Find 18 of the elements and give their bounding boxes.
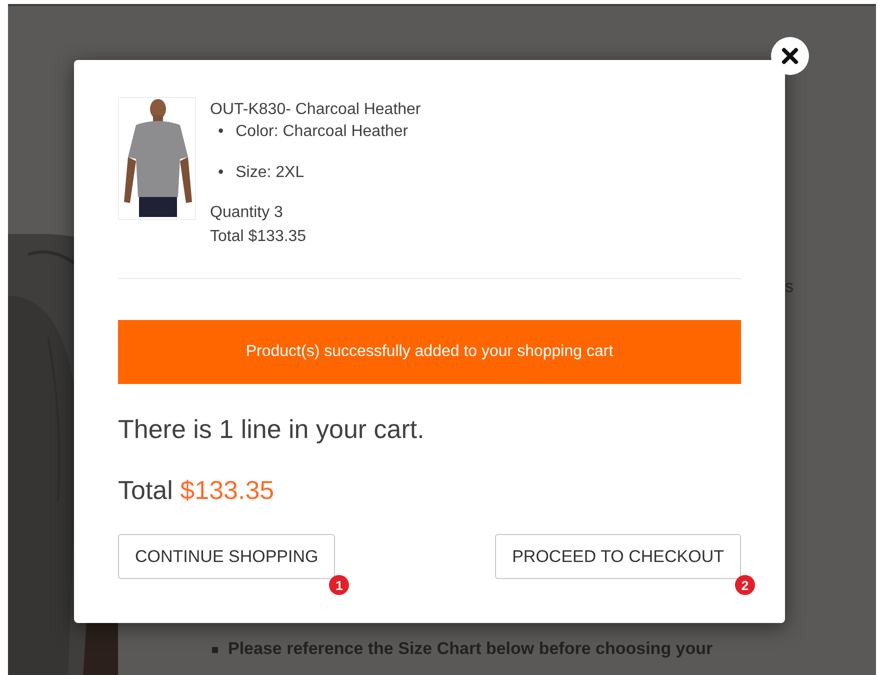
total-label: Total [118,475,173,505]
note-text: Please reference the Size Chart below before choosing your [228,638,713,660]
item-total: Total $133.35 [210,227,308,247]
success-banner: Product(s) successfully added to your shopping cart [118,320,741,384]
cart-summary: There is 1 line in your cart. [118,414,424,445]
bullet-icon: • [218,162,224,184]
bullet-icon: • [218,121,224,143]
total-price: $133.35 [180,475,274,505]
checkout-button[interactable]: PROCEED TO CHECKOUT [495,534,741,579]
continue-shopping-button[interactable]: CONTINUE SHOPPING [118,534,336,579]
number-marker: 1 [329,575,350,595]
bullet-icon [212,647,218,653]
number-marker: 2 [735,575,755,595]
product-attribute: Size: 2XL [236,163,304,183]
quantity-text: Quantity 3 [210,203,284,223]
product-title: OUT-K830- Charcoal Heather [210,100,421,120]
product-attribute: Color: Charcoal Heather [236,122,408,142]
close-icon [781,47,799,65]
